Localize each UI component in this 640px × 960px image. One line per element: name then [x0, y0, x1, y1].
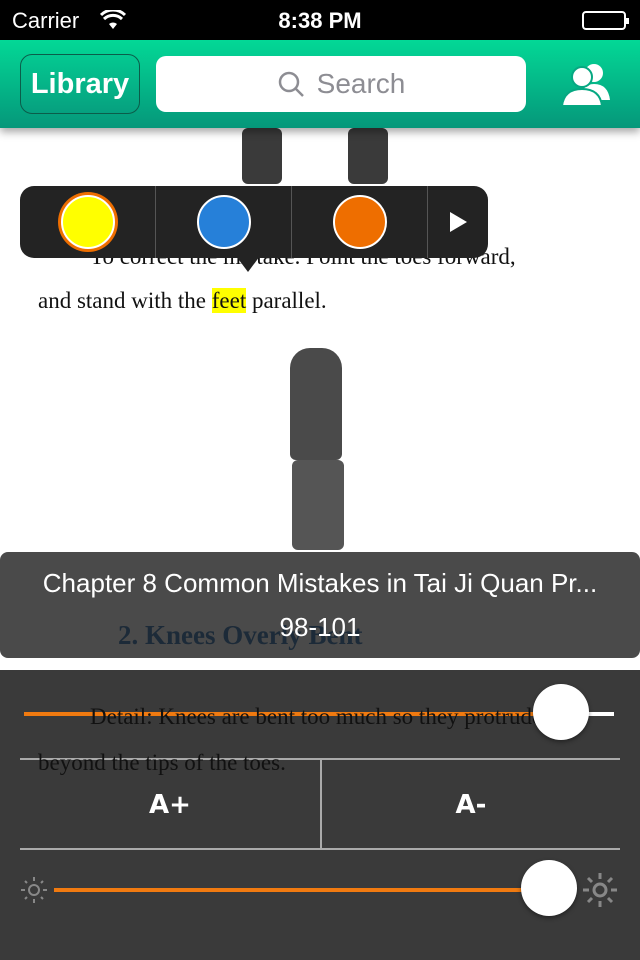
orange-swatch	[332, 195, 387, 249]
battery-icon	[582, 11, 629, 30]
font-size-slider-knob[interactable]	[533, 684, 589, 740]
clock: 8:38 PM	[278, 8, 362, 33]
library-button[interactable]: Library	[20, 54, 140, 114]
paragraph-line: Detail: Knees are bent too much so they …	[90, 704, 543, 729]
color-blue-button[interactable]	[156, 186, 292, 258]
brightness-slider-knob[interactable]	[521, 860, 577, 916]
brightness-low-icon	[21, 877, 47, 903]
paragraph-line[interactable]: and stand with the feet parallel.	[38, 288, 327, 314]
text: parallel.	[246, 288, 327, 313]
play-arrow-icon	[450, 212, 467, 232]
search-input[interactable]: Search	[156, 56, 526, 112]
search-placeholder: Search	[316, 68, 406, 99]
highlight-color-menu	[20, 186, 488, 258]
menu-pointer	[236, 256, 260, 284]
figure-image	[290, 348, 342, 460]
search-icon	[278, 71, 304, 97]
figure-image	[292, 460, 344, 550]
figure-legs-image	[242, 128, 282, 184]
yellow-swatch	[60, 195, 115, 249]
nav-bar: Library Search	[0, 40, 640, 128]
color-yellow-button[interactable]	[20, 186, 156, 258]
page-range: 98-101	[279, 612, 361, 642]
divider	[20, 848, 620, 850]
more-button[interactable]	[428, 186, 488, 258]
slider-fill	[54, 888, 554, 892]
users-icon[interactable]	[560, 60, 612, 106]
figure-legs-image	[348, 128, 388, 184]
blue-swatch	[196, 195, 251, 249]
decrease-font-button[interactable]: A-	[322, 762, 620, 848]
highlighted-word[interactable]: feet	[211, 288, 247, 313]
brightness-high-icon	[583, 873, 617, 907]
status-bar: Carrier 8:38 PM	[0, 0, 640, 40]
color-orange-button[interactable]	[292, 186, 428, 258]
paragraph-line: beyond the tips of the toes.	[38, 750, 286, 775]
chapter-title: Chapter 8 Common Mistakes in Tai Ji Quan…	[42, 568, 598, 598]
text: and stand with the	[38, 288, 212, 313]
